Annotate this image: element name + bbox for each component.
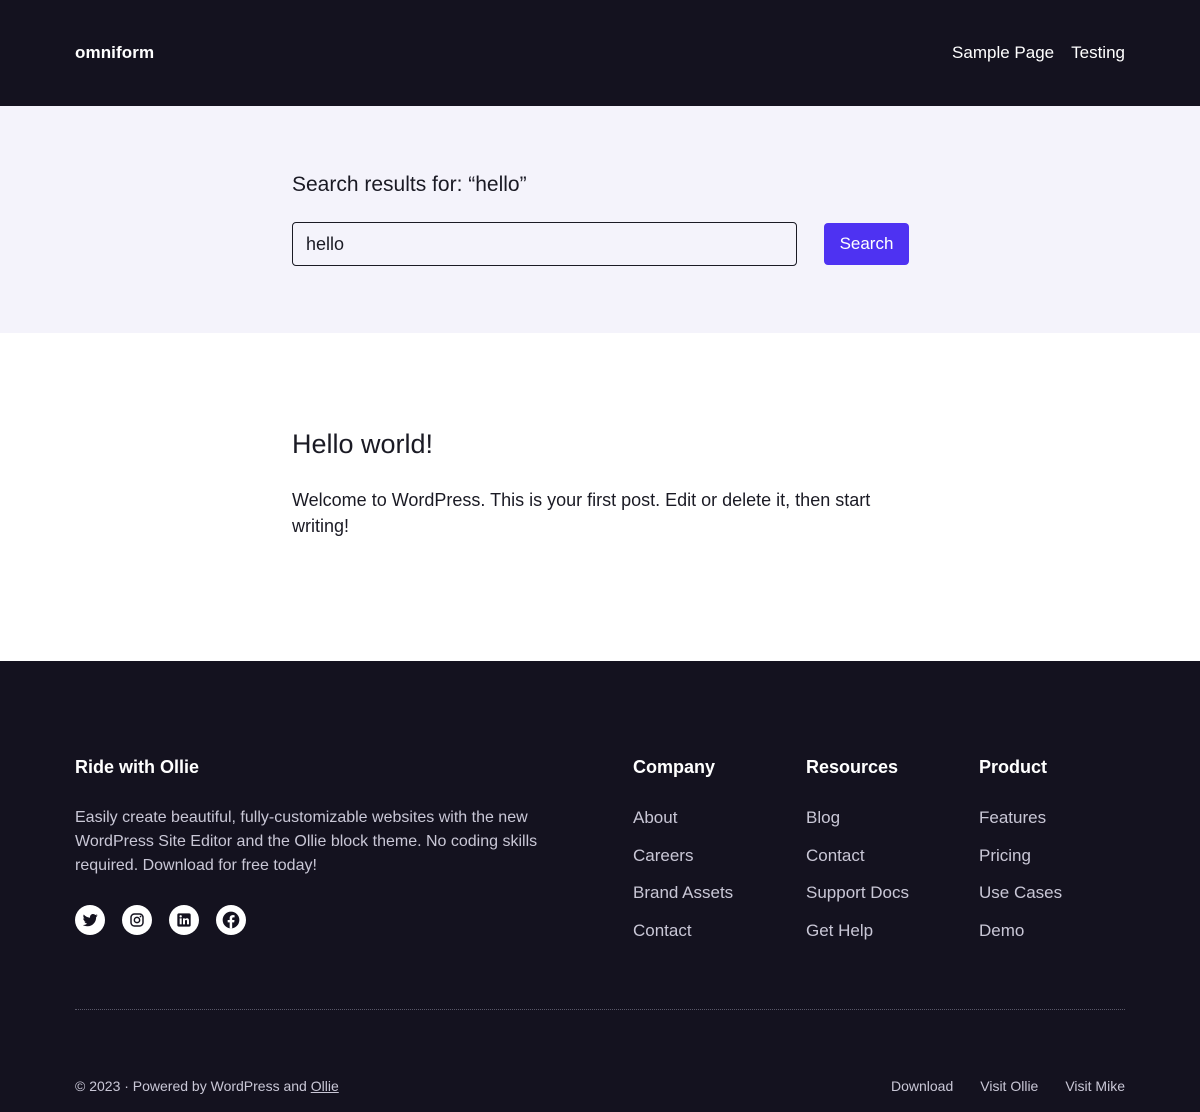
footer-link-support-docs[interactable]: Support Docs [806, 883, 909, 902]
post-title: Hello world! [292, 427, 912, 461]
footer-divider [75, 1009, 1125, 1010]
post-excerpt: Welcome to WordPress. This is your first… [292, 490, 871, 536]
search-results: Hello world! Welcome to WordPress. This … [0, 333, 1200, 661]
facebook-icon[interactable] [216, 905, 246, 935]
site-title[interactable]: omniform [75, 43, 154, 63]
copyright-text: © 2023 · Powered by WordPress and [75, 1078, 311, 1094]
nav-item-sample-page[interactable]: Sample Page [952, 43, 1054, 63]
copyright-ollie-link[interactable]: Ollie [311, 1078, 339, 1094]
footer-brand-title: Ride with Ollie [75, 757, 200, 777]
site-footer: Ride with Ollie Easily create beautiful,… [0, 661, 1200, 1112]
footer-link-get-help[interactable]: Get Help [806, 921, 873, 940]
footer-bottom-links: Download Visit Ollie Visit Mike [891, 1078, 1125, 1094]
footer-link-demo[interactable]: Demo [979, 921, 1024, 940]
footer-link-brand-assets[interactable]: Brand Assets [633, 883, 733, 902]
footer-link-download[interactable]: Download [891, 1078, 953, 1094]
footer-link-visit-ollie[interactable]: Visit Ollie [980, 1078, 1038, 1094]
linkedin-icon[interactable] [169, 905, 199, 935]
main-nav: Sample Page Testing [952, 43, 1125, 63]
footer-link-blog[interactable]: Blog [806, 808, 840, 827]
footer-column-title: Product [979, 757, 1048, 777]
list-item: Hello world! Welcome to WordPress. This … [292, 427, 912, 539]
footer-link-careers[interactable]: Careers [633, 846, 693, 865]
search-button[interactable]: Search [824, 223, 909, 265]
site-header: omniform Sample Page Testing [0, 0, 1200, 106]
footer-brand-text: Easily create beautiful, fully-customiza… [75, 809, 538, 874]
social-links [75, 905, 575, 935]
footer-column-title: Company [633, 757, 716, 777]
footer-link-features[interactable]: Features [979, 808, 1046, 827]
footer-link-use-cases[interactable]: Use Cases [979, 883, 1062, 902]
footer-column-product: Product Features Pricing Use Cases Demo [979, 756, 1062, 957]
search-section: Search results for: “hello” Search [0, 106, 1200, 333]
search-form: Search [292, 222, 909, 266]
search-input[interactable] [292, 222, 797, 266]
footer-link-about[interactable]: About [633, 808, 677, 827]
footer-column-title: Resources [806, 757, 899, 777]
footer-bottom: © 2023 · Powered by WordPress and Ollie … [75, 1078, 1125, 1094]
nav-item-testing[interactable]: Testing [1071, 43, 1125, 63]
footer-column-company: Company About Careers Brand Assets Conta… [633, 756, 733, 957]
footer-column-resources: Resources Blog Contact Support Docs Get … [806, 756, 909, 957]
page-title: Search results for: “hello” [292, 173, 527, 196]
footer-link-contact[interactable]: Contact [806, 846, 865, 865]
instagram-icon[interactable] [122, 905, 152, 935]
copyright: © 2023 · Powered by WordPress and Ollie [75, 1078, 339, 1094]
twitter-icon[interactable] [75, 905, 105, 935]
footer-link-pricing[interactable]: Pricing [979, 846, 1031, 865]
footer-link-visit-mike[interactable]: Visit Mike [1065, 1078, 1125, 1094]
footer-brand: Ride with Ollie Easily create beautiful,… [75, 756, 575, 935]
post-title-link[interactable]: Hello world! [292, 429, 433, 459]
footer-link-contact[interactable]: Contact [633, 921, 692, 940]
